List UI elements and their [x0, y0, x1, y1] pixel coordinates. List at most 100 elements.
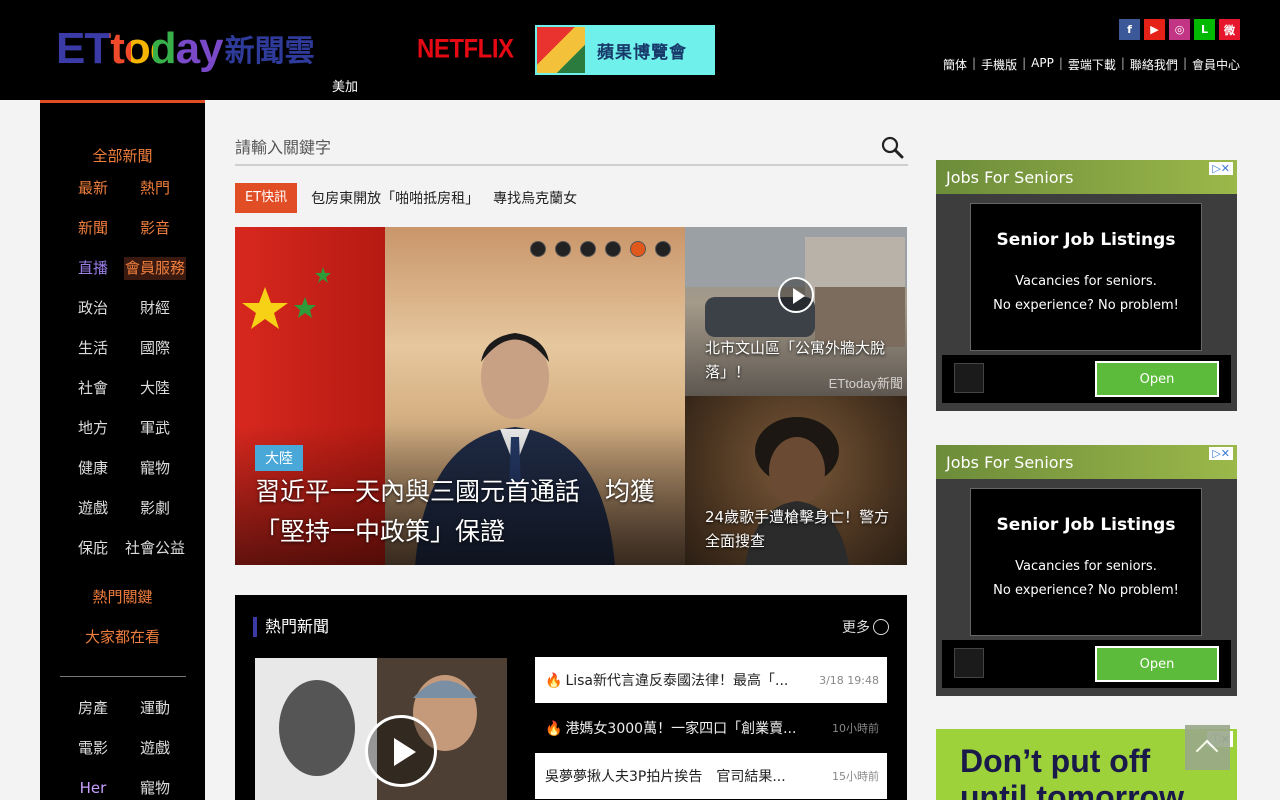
nav-item[interactable]: 大陸: [124, 377, 186, 400]
sidebar-ad-1[interactable]: Jobs For Seniors ▷✕ Senior Job Listings …: [936, 160, 1237, 411]
breaking-news-link[interactable]: 包房東開放「啪啪抵房租」: [311, 188, 479, 208]
breaking-news-bar: ET快訊 包房東開放「啪啪抵房租」 專找烏克蘭女: [235, 183, 577, 213]
nav-hot-keywords[interactable]: 熱門關鍵: [40, 586, 205, 607]
banner-ad-image: [537, 27, 585, 73]
nav-item[interactable]: 新聞: [62, 217, 124, 240]
top-link[interactable]: 手機版: [981, 56, 1017, 73]
nav-item[interactable]: 遊戲: [62, 497, 124, 520]
hot-news-item[interactable]: 吳夢夢揪人夫3P拍片挨告 官司結果... 15小時前: [535, 753, 887, 799]
nav-item[interactable]: 最新: [62, 177, 124, 200]
nav-item[interactable]: 房產: [62, 697, 124, 720]
nav-item[interactable]: 遊戲: [124, 737, 186, 760]
hero-headline[interactable]: 習近平一天內與三國元首通話 均獲「堅持一中政策」保證: [255, 472, 675, 552]
youtube-icon[interactable]: ▶: [1144, 19, 1165, 40]
side-story-2-title[interactable]: 24歲歌手遭槍擊身亡！警方全面搜查: [705, 505, 895, 553]
weibo-icon[interactable]: 微: [1219, 19, 1240, 40]
facebook-icon[interactable]: f: [1119, 19, 1140, 40]
back-to-top-button[interactable]: [1185, 725, 1230, 770]
nav-item[interactable]: 健康: [62, 457, 124, 480]
ad-card: Senior Job Listings Vacancies for senior…: [970, 488, 1202, 636]
ad-open-button[interactable]: Open: [1095, 646, 1219, 682]
nav-item[interactable]: 運動: [124, 697, 186, 720]
nav-item[interactable]: 生活: [62, 337, 124, 360]
search-input[interactable]: [235, 130, 855, 164]
ad-choices-icon[interactable]: ▷✕: [1209, 447, 1233, 460]
side-story-1[interactable]: ETtoday新聞 北市文山區「公寓外牆大脫落」！: [685, 227, 907, 396]
side-story-2[interactable]: 24歲歌手遭槍擊身亡！警方全面搜查: [685, 396, 907, 565]
social-icons: f ▶ ◎ L 微: [1119, 19, 1240, 40]
ad-line-1: Vacancies for seniors.: [1015, 274, 1157, 289]
ad-footer: Open: [942, 355, 1231, 403]
nav-item[interactable]: 影音: [124, 217, 186, 240]
nav-item[interactable]: 會員服務: [124, 257, 186, 280]
hot-news-item[interactable]: 🔥 港媽女3000萬！一家四口「創業賣... 10小時前: [535, 705, 887, 751]
flame-icon: 🔥: [545, 673, 563, 689]
ad-footer: Open: [942, 640, 1231, 688]
carousel-dots: [530, 241, 671, 257]
hero-category-label[interactable]: 大陸: [255, 445, 303, 471]
nav-item[interactable]: 電影: [62, 737, 124, 760]
nav-item[interactable]: 影劇: [124, 497, 186, 520]
header-banner-ad[interactable]: 蘋果博覽會: [535, 25, 715, 75]
nav-accent-line: [40, 100, 205, 103]
video-play-icon[interactable]: [365, 715, 437, 787]
nav-item[interactable]: 熱門: [124, 177, 186, 200]
nav-item[interactable]: 社會: [62, 377, 124, 400]
ad-open-button[interactable]: Open: [1095, 361, 1219, 397]
hot-news-title-text: Lisa新代言違反泰國法律！最高「...: [565, 673, 789, 689]
carousel-dot[interactable]: [630, 241, 646, 257]
ad-header: Jobs For Seniors: [936, 160, 1237, 194]
nav-item[interactable]: 國際: [124, 337, 186, 360]
nav-item[interactable]: 直播: [62, 257, 124, 280]
logo-cn-text: 新聞雲: [224, 35, 315, 68]
hero-carousel[interactable]: 大陸 習近平一天內與三國元首通話 均獲「堅持一中政策」保證: [235, 227, 685, 565]
carousel-dot[interactable]: [555, 241, 571, 257]
top-link[interactable]: APP: [1031, 56, 1054, 73]
carousel-dot[interactable]: [655, 241, 671, 257]
ad-title: Senior Job Listings: [996, 230, 1176, 250]
top-link[interactable]: 簡体: [943, 56, 967, 73]
play-icon[interactable]: [778, 277, 814, 313]
carousel-dot[interactable]: [580, 241, 596, 257]
search-icon[interactable]: [880, 135, 904, 159]
ad-title: Senior Job Listings: [996, 515, 1176, 535]
nav-item[interactable]: 地方: [62, 417, 124, 440]
netflix-ad-logo[interactable]: NETFLIX: [417, 35, 514, 66]
line-icon[interactable]: L: [1194, 19, 1215, 40]
ad-card: Senior Job Listings Vacancies for senior…: [970, 203, 1202, 351]
side-story-1-title[interactable]: 北市文山區「公寓外牆大脫落」！: [705, 336, 895, 384]
edition-label[interactable]: 美加: [332, 76, 358, 95]
nav-item[interactable]: 寵物: [124, 457, 186, 480]
nav-item[interactable]: 財經: [124, 297, 186, 320]
nav-item[interactable]: Her: [62, 777, 124, 800]
nav-item[interactable]: 軍武: [124, 417, 186, 440]
nav-most-viewed[interactable]: 大家都在看: [40, 626, 205, 647]
hot-news-more-link[interactable]: 更多: [842, 617, 889, 637]
breaking-news-link[interactable]: 專找烏克蘭女: [493, 188, 577, 208]
breaking-tag: ET快訊: [235, 183, 298, 213]
nav-item[interactable]: 保庇: [62, 537, 124, 560]
nav-item[interactable]: 社會公益: [124, 537, 186, 560]
top-link[interactable]: 雲端下載: [1068, 56, 1116, 73]
ad-choices-icon[interactable]: ▷✕: [1209, 162, 1233, 175]
hot-news-time: 3/18 19:48: [819, 673, 879, 687]
nav-item[interactable]: 寵物: [124, 777, 186, 800]
top-link[interactable]: 會員中心: [1192, 56, 1240, 73]
nav-all-news[interactable]: 全部新聞: [40, 145, 205, 166]
site-logo[interactable]: ETtoday 新聞雲: [56, 22, 315, 74]
link-separator: |: [972, 56, 977, 70]
left-navigation: 全部新聞 最新 熱門 新聞 影音 直播 會員服務 政治 財經 生活 國際 社會 大陸 地方 軍武 健康 寵物遊…: [40, 100, 205, 800]
hot-news-thumbnail[interactable]: [255, 658, 507, 800]
carousel-dot[interactable]: [530, 241, 546, 257]
nav-item[interactable]: 政治: [62, 297, 124, 320]
top-link[interactable]: 聯絡我們: [1130, 56, 1178, 73]
carousel-dot[interactable]: [605, 241, 621, 257]
hot-news-item[interactable]: 🔥 Lisa新代言違反泰國法律！最高「... 3/18 19:48: [535, 657, 887, 703]
instagram-icon[interactable]: ◎: [1169, 19, 1190, 40]
advertiser-logo: [954, 648, 984, 678]
site-header: ETtoday 新聞雲 美加 NETFLIX 蘋果博覽會 f ▶ ◎ L 微 簡体 | 手機…: [0, 0, 1280, 100]
hot-news-title: 熱門新聞: [253, 617, 329, 637]
hot-news-list: 🔥 Lisa新代言違反泰國法律！最高「... 3/18 19:48 🔥 港媽女3000萬…: [535, 657, 887, 800]
sidebar-ad-2[interactable]: Jobs For Seniors ▷✕ Senior Job Listings …: [936, 445, 1237, 696]
advertiser-logo: [954, 363, 984, 393]
